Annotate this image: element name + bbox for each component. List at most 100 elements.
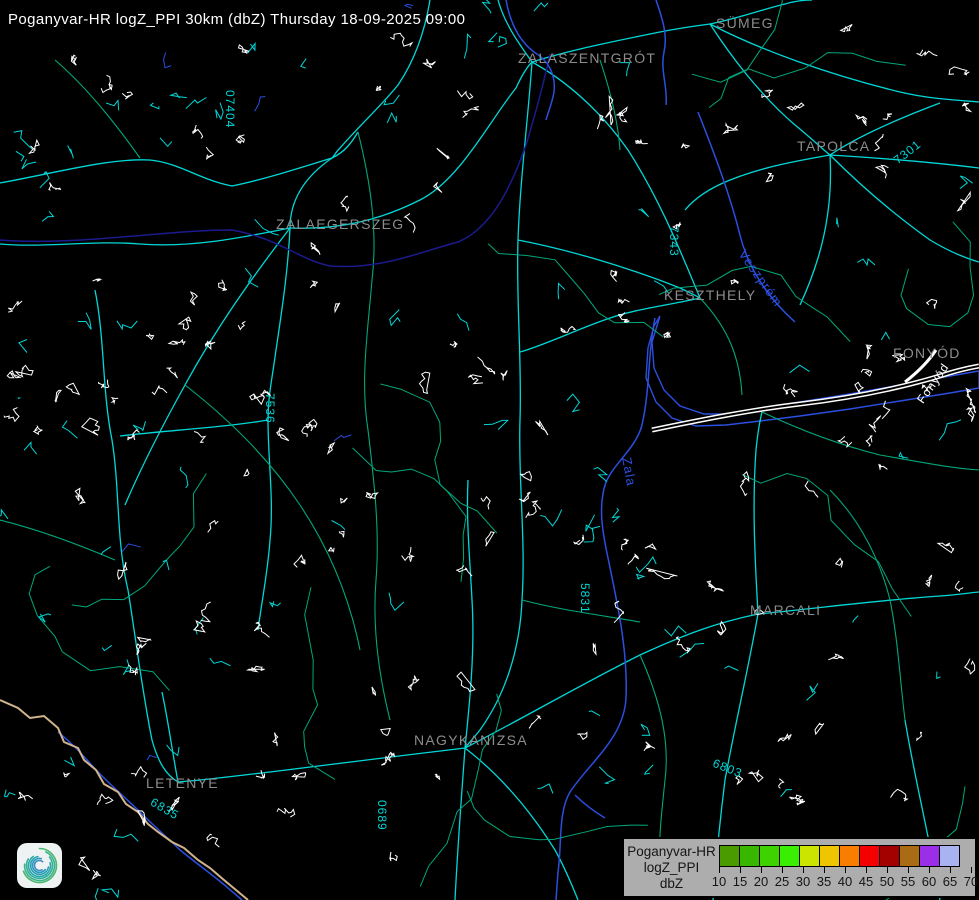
village-outline: [917, 50, 938, 56]
village-outline: [856, 115, 867, 126]
minor-road: [304, 587, 335, 779]
village-outline: [841, 24, 853, 31]
village-outline: [101, 75, 112, 92]
village-outline: [248, 666, 265, 671]
minor-road: [68, 146, 74, 159]
village-outline: [593, 643, 596, 654]
village-outline: [646, 568, 677, 579]
minor-road: [645, 765, 653, 774]
radar-title: Poganyvar-HR logZ_PPI 30km (dbZ) Thursda…: [8, 11, 465, 28]
village-outline: [879, 464, 888, 470]
village-outline: [891, 789, 908, 800]
map-canvas: [0, 0, 979, 900]
legend-tick-label: 60: [922, 874, 936, 889]
legend-color-cell: [739, 845, 760, 867]
village-outline: [731, 279, 738, 284]
village-outline: [97, 794, 113, 805]
minor-road: [937, 672, 941, 679]
legend-caption: Poganyvar-HR logZ_PPI dbZ: [624, 839, 719, 896]
town-label: ZALAEGERSZEG: [276, 216, 404, 232]
minor-road: [899, 453, 908, 459]
minor-road: [180, 467, 188, 488]
village-outline: [724, 124, 738, 133]
village-outline: [805, 481, 818, 498]
village-outline: [676, 637, 690, 653]
village-outline: [645, 544, 656, 549]
village-outline: [707, 581, 723, 591]
village-outline: [450, 341, 457, 347]
village-outline: [194, 621, 205, 632]
legend-color-cell: [799, 845, 820, 867]
village-outline: [967, 408, 974, 422]
legend-tick: [950, 867, 951, 873]
village-outline: [71, 55, 76, 65]
village-outline: [30, 140, 40, 153]
legend-color-cells: [719, 845, 960, 867]
village-outline: [306, 419, 317, 431]
village-outline: [244, 469, 249, 476]
village-outline: [329, 548, 334, 552]
minor-road: [613, 508, 620, 522]
lake-balaton: [646, 316, 979, 426]
met-logo: [17, 843, 62, 888]
village-outline: [526, 501, 541, 518]
minor-road: [78, 313, 91, 330]
minor-road: [389, 593, 404, 611]
village-outline: [138, 637, 151, 641]
village-outline: [420, 372, 430, 393]
legend-tick: [719, 867, 720, 873]
radar-image: { "title": "Poganyvar-HR logZ_PPI 30km (…: [0, 0, 979, 900]
minor-road: [114, 829, 138, 841]
village-outline: [207, 834, 220, 847]
village-outline: [779, 779, 784, 788]
minor-road: [567, 394, 580, 411]
minor-road: [39, 614, 51, 622]
minor-road: [960, 176, 973, 189]
village-outline: [93, 870, 101, 879]
village-outline: [111, 398, 118, 403]
minor-road: [639, 209, 649, 217]
spiral-icon: [17, 843, 62, 888]
legend-tick-label: 30: [796, 874, 810, 889]
village-outline: [390, 33, 412, 46]
village-outline: [958, 192, 970, 210]
town-label: NAGYKANIZSA: [414, 732, 528, 748]
village-outline: [376, 86, 381, 90]
minor-road: [390, 310, 401, 326]
minor-road: [72, 474, 207, 608]
legend-tick-label: 20: [754, 874, 768, 889]
village-outline: [861, 369, 872, 376]
village-outline: [277, 808, 295, 817]
village-outline: [574, 535, 584, 545]
village-outline: [194, 432, 205, 443]
village-outline: [815, 723, 824, 734]
legend-tick-label: 25: [775, 874, 789, 889]
village-outline: [784, 384, 798, 397]
village-outline: [16, 365, 33, 376]
village-outline: [962, 103, 970, 111]
village-outline: [122, 92, 132, 99]
minor-road: [270, 601, 281, 606]
village-outline: [256, 770, 265, 779]
town-label: ZALASZENTGRÓT: [518, 50, 656, 66]
minor-road: [489, 33, 497, 42]
minor-road: [133, 421, 145, 430]
village-outline: [501, 371, 507, 381]
village-outline: [341, 196, 349, 211]
minor-road: [171, 93, 187, 98]
minor-road: [538, 784, 553, 794]
legend-tick-label: 15: [733, 874, 747, 889]
minor-road: [14, 131, 33, 150]
village-outline: [381, 729, 390, 736]
legend-tick: [866, 867, 867, 873]
village-outline: [169, 340, 185, 345]
village-outline: [876, 165, 888, 178]
minor-road: [853, 616, 858, 623]
legend-tick-label: 40: [838, 874, 852, 889]
minor-road: [881, 332, 889, 340]
road-number-label: 5831: [578, 583, 592, 614]
village-outline: [390, 852, 397, 861]
village-outline: [236, 135, 244, 143]
village-outline: [238, 321, 245, 329]
village-outline: [836, 558, 843, 567]
